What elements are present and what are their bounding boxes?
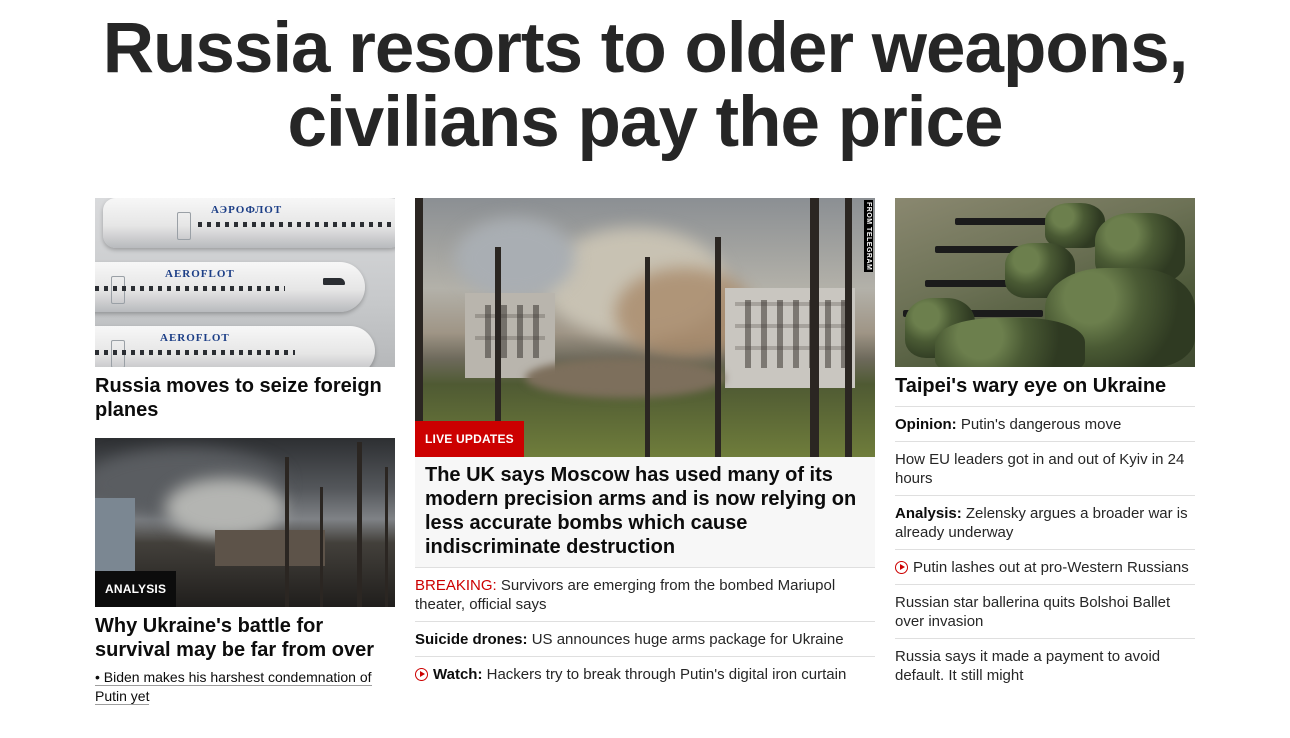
plane-1: АЭРОФЛОТ <box>103 198 395 248</box>
mariupol-theater-image[interactable]: FROM TELEGRAM LIVE UPDATES <box>415 198 875 457</box>
list-item-text: Russia says it made a payment to avoid d… <box>895 648 1161 684</box>
breaking-prefix: BREAKING: <box>415 577 497 594</box>
list-item-prefix: Analysis: <box>895 505 962 522</box>
list-item-prefix: Watch: <box>433 666 483 683</box>
middle-column: FROM TELEGRAM LIVE UPDATES The UK says M… <box>415 198 875 691</box>
uk-moscow-headline[interactable]: The UK says Moscow has used many of its … <box>415 457 875 567</box>
right-story-list: Opinion: Putin's dangerous move How EU l… <box>895 406 1195 692</box>
list-item-prefix: Opinion: <box>895 416 957 433</box>
left-column: АЭРОФЛОТ AEROFLOT AEROFLOT Russia moves … <box>95 198 395 706</box>
plane-label: АЭРОФЛОТ <box>211 204 283 216</box>
plane-label: AEROFLOT <box>165 268 235 280</box>
taiwan-soldiers-image[interactable] <box>895 198 1195 367</box>
list-item-text: Hackers try to break through Putin's dig… <box>482 666 847 683</box>
list-item-text: Russian star ballerina quits Bolshoi Bal… <box>895 594 1171 630</box>
main-headline[interactable]: Russia resorts to older weapons, civilia… <box>0 12 1290 160</box>
play-icon <box>415 668 428 681</box>
plane-3: AEROFLOT <box>95 326 375 367</box>
list-item[interactable]: How EU leaders got in and out of Kyiv in… <box>895 441 1195 495</box>
sub-link-wrap: • Biden makes his harshest condemnation … <box>95 668 385 706</box>
middle-story-list: BREAKING: Survivors are emerging from th… <box>415 567 875 691</box>
ukraine-battle-headline[interactable]: Why Ukraine's battle for survival may be… <box>95 614 395 662</box>
list-item-text: US announces huge arms package for Ukrai… <box>527 631 844 648</box>
list-item[interactable]: Opinion: Putin's dangerous move <box>895 406 1195 441</box>
list-item[interactable]: Suicide drones: US announces huge arms p… <box>415 621 875 656</box>
list-item[interactable]: Putin lashes out at pro-Western Russians <box>895 549 1195 584</box>
list-item[interactable]: Watch: Hackers try to break through Puti… <box>415 656 875 691</box>
list-item-text: Putin lashes out at pro-Western Russians <box>913 559 1189 576</box>
play-icon <box>895 561 908 574</box>
list-item[interactable]: BREAKING: Survivors are emerging from th… <box>415 567 875 621</box>
list-item[interactable]: Russian star ballerina quits Bolshoi Bal… <box>895 584 1195 638</box>
ukraine-battle-image[interactable]: ANALYSIS <box>95 438 395 607</box>
aeroflot-planes-image[interactable]: АЭРОФЛОТ AEROFLOT AEROFLOT <box>95 198 395 367</box>
plane-label: AEROFLOT <box>160 332 230 344</box>
biden-condemnation-link[interactable]: • Biden makes his harshest condemnation … <box>95 669 372 705</box>
right-column: Taipei's wary eye on Ukraine Opinion: Pu… <box>895 198 1195 692</box>
seize-planes-headline[interactable]: Russia moves to seize foreign planes <box>95 374 395 422</box>
list-item[interactable]: Analysis: Zelensky argues a broader war … <box>895 495 1195 549</box>
list-item-text: How EU leaders got in and out of Kyiv in… <box>895 451 1185 487</box>
list-item-prefix: Suicide drones: <box>415 631 528 648</box>
taipei-headline[interactable]: Taipei's wary eye on Ukraine <box>895 374 1195 398</box>
live-updates-label: LIVE UPDATES <box>415 421 524 457</box>
analysis-label: ANALYSIS <box>95 571 177 607</box>
image-credit: FROM TELEGRAM <box>864 200 873 273</box>
list-item[interactable]: Russia says it made a payment to avoid d… <box>895 638 1195 692</box>
list-item-text: Putin's dangerous move <box>956 416 1122 433</box>
plane-2: AEROFLOT <box>95 262 365 312</box>
